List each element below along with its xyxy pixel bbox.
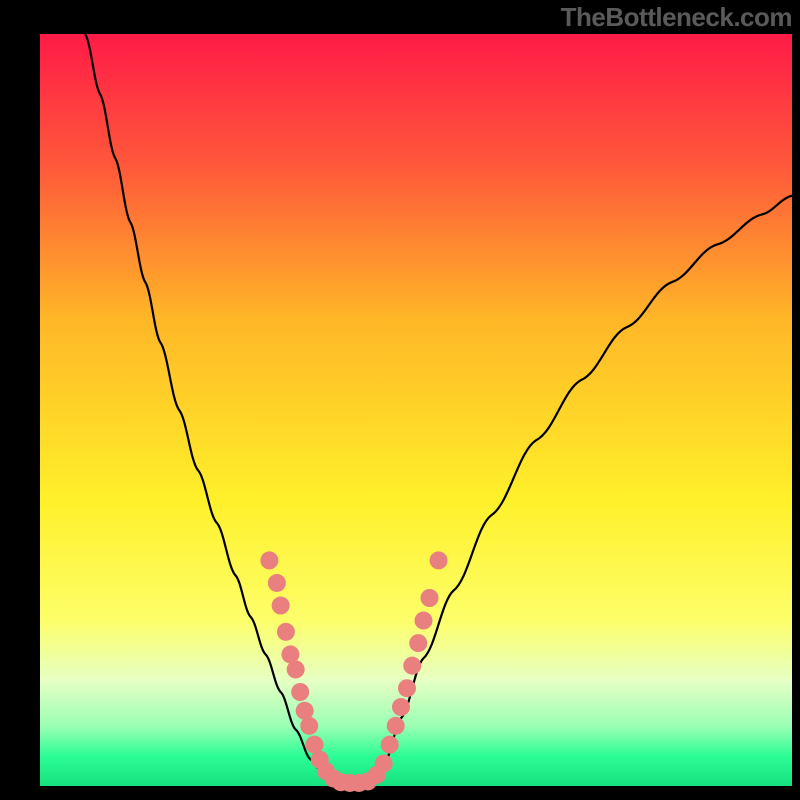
data-point (287, 660, 305, 678)
data-point (272, 597, 290, 615)
bottleneck-chart: TheBottleneck.com (0, 0, 800, 800)
data-point (421, 589, 439, 607)
data-point (403, 657, 421, 675)
data-point (392, 698, 410, 716)
data-point (375, 754, 393, 772)
data-point (260, 551, 278, 569)
data-point (381, 736, 399, 754)
data-point (387, 717, 405, 735)
data-point (300, 717, 318, 735)
data-point (268, 574, 286, 592)
chart-svg (0, 0, 800, 800)
data-point (277, 623, 295, 641)
data-point (398, 679, 416, 697)
data-point (409, 634, 427, 652)
data-point (430, 551, 448, 569)
watermark-text: TheBottleneck.com (561, 2, 792, 33)
data-point (291, 683, 309, 701)
data-point (415, 612, 433, 630)
